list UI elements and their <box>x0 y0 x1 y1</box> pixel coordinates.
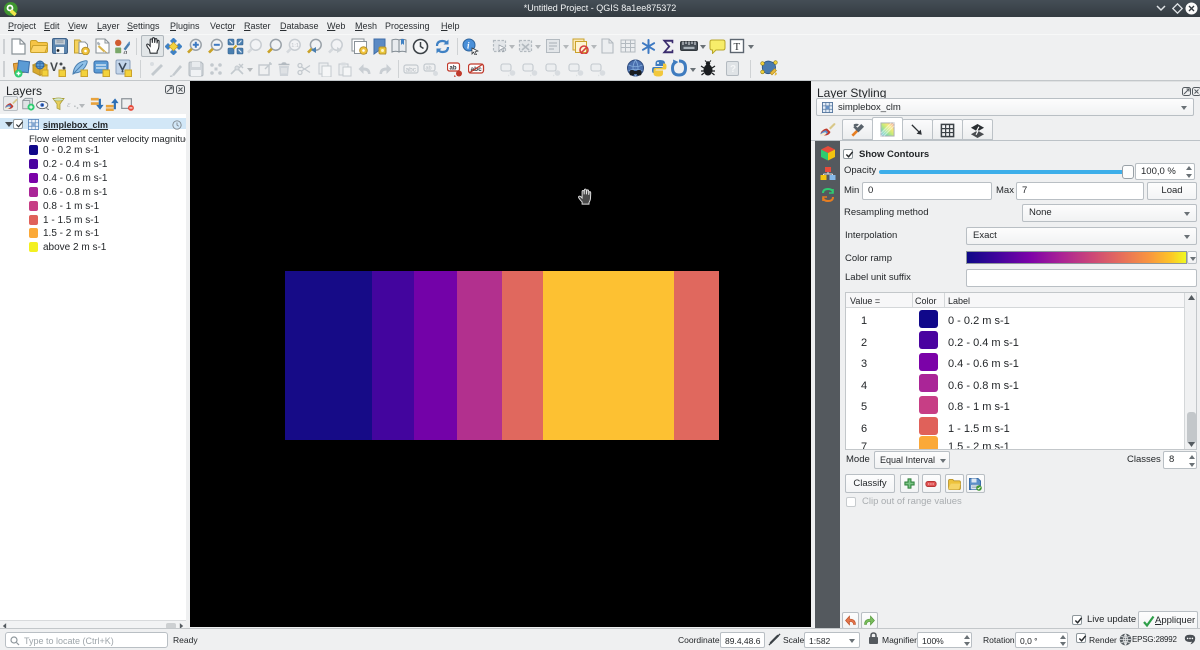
svg-text:a: a <box>124 48 128 55</box>
svg-text:T: T <box>734 41 741 53</box>
svg-text:?: ? <box>730 64 736 75</box>
svg-text:V: V <box>50 60 58 74</box>
svg-text:abc: abc <box>471 66 483 73</box>
svg-text:ab: ab <box>426 66 432 72</box>
svg-text:1:1: 1:1 <box>291 43 299 49</box>
svg-text:abc: abc <box>406 67 417 74</box>
svg-text:ε: ε <box>67 99 71 109</box>
svg-text:ab: ab <box>450 66 457 72</box>
